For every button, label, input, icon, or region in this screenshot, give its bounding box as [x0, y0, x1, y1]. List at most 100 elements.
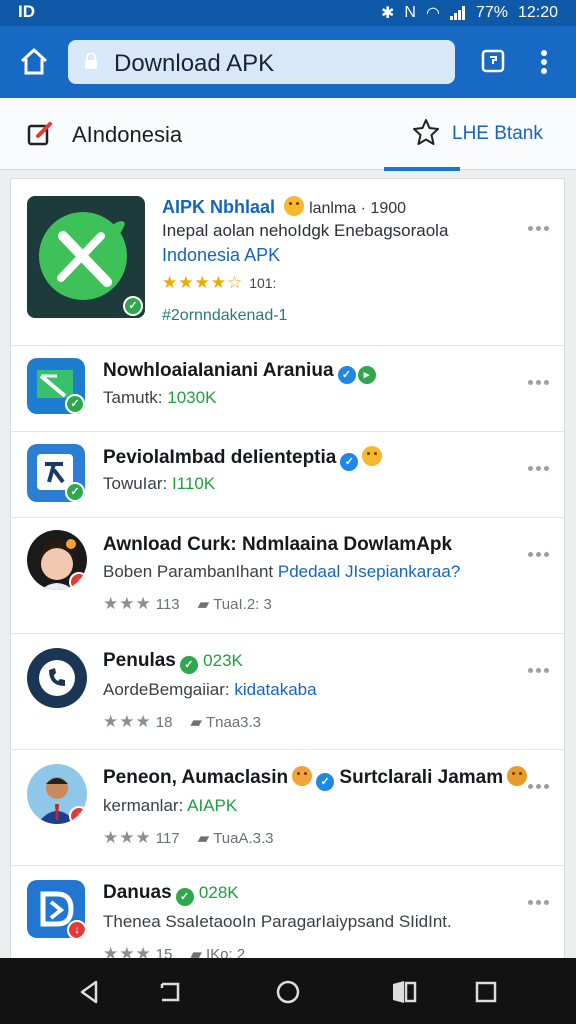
category-bar: AIndonesia LHE Btank [0, 98, 576, 171]
download-badge: ↓ [67, 920, 85, 938]
featured-source: Indonesia APK [162, 245, 281, 265]
app-desc: kermanlar: AIAPK [103, 796, 237, 816]
rating-count: 117 [155, 829, 180, 847]
app-desc: Boben ParambanIhant Pdedaal JIsepiankara… [103, 562, 460, 582]
app-desc: Thenea SsaIetaooIn ParagarIaiypsand SIid… [103, 912, 452, 931]
url-bar[interactable]: Download APK [68, 40, 455, 84]
split-screen-icon[interactable] [390, 978, 418, 1006]
home-icon[interactable] [18, 46, 50, 78]
app-desc-label: kermanlar: [103, 796, 184, 815]
rating-stars-icon: ★★★★☆ [162, 273, 244, 292]
app-icon: ↓ [27, 530, 87, 590]
url-text[interactable]: Download APK [114, 50, 274, 78]
smile-emoji-icon [362, 446, 383, 466]
download-count: TuaI.2: 3 [213, 595, 272, 613]
app-row[interactable]: ↓ Awnload Curk: Ndmlaaina DowlamApk Bobe… [11, 518, 564, 634]
download-badge: ↓ [69, 572, 87, 590]
app-subtitle-label: Tamutk: [103, 388, 163, 407]
status-time: 12:20 [517, 4, 558, 21]
app-size: I110K [171, 474, 216, 493]
app-title-line: Danuas ✓ 028K [103, 882, 239, 906]
more-options-icon[interactable] [528, 666, 550, 674]
status-bar: ID ✱ N ◠ 77% 12:20 [0, 0, 576, 26]
more-options-icon[interactable] [528, 550, 550, 558]
fire-emoji-icon [507, 766, 528, 786]
edit-box-icon [27, 122, 52, 146]
rating-count: 18 [155, 713, 173, 731]
app-desc-value: AIAPK [187, 796, 238, 815]
featured-desc: Inepal aolan nehoIdgk Enebagsoraola [162, 221, 449, 240]
more-options-icon[interactable] [528, 898, 550, 906]
more-options-icon[interactable] [528, 378, 550, 386]
verified-badge: ✓ [65, 394, 85, 414]
featured-rating-text: 101: [249, 275, 277, 291]
nfc-icon: N [404, 4, 416, 21]
download-badge: ↓ [69, 806, 87, 824]
signal-icon [449, 6, 466, 20]
star-outline-icon [413, 119, 439, 145]
verified-icon: ✓ [175, 888, 194, 906]
tab-indicator [384, 167, 460, 171]
app-desc-value: Pdedaal JIsepiankaraa? [277, 562, 461, 581]
verified-badge: ✓ [65, 482, 85, 502]
tab-favorites[interactable]: LHE Btank [384, 98, 560, 171]
download-icon: ▰ [190, 714, 202, 731]
more-options-icon[interactable] [528, 224, 550, 232]
rating-count: 113 [155, 595, 180, 613]
featured-title-line: AIPK Nbhlaal lanlma · 1900 [162, 196, 406, 218]
status-left-text: ID [18, 2, 35, 21]
lock-icon [85, 53, 97, 69]
category-title: AIndonesia [72, 122, 183, 147]
browser-toolbar: Download APK [0, 26, 576, 98]
app-icon [27, 648, 87, 708]
wifi-icon: ◠ [425, 5, 440, 22]
featured-app-row[interactable]: ✓ AIPK Nbhlaal lanlma · 1900 Inepal aola… [11, 179, 564, 346]
app-title-extra: Surtclarali Jamam [339, 767, 504, 788]
app-title: Peneon, Aumaclasin [103, 767, 289, 788]
overview-icon[interactable] [472, 978, 500, 1006]
app-title-line: Penulas ✓ 023K [103, 650, 243, 674]
app-subtitle: TowuIar: I110K [103, 474, 215, 494]
featured-app-icon: ✓ [27, 196, 145, 318]
home-nav-icon[interactable] [274, 978, 302, 1006]
app-meta: ★★★ 117 ▰ TuaA.3.3 [103, 828, 274, 848]
app-meta: ★★★ 18 ▰ Tnaa3.3 [103, 712, 261, 732]
app-subtitle: Tamutk: 1030K [103, 388, 216, 408]
status-right: ✱ N ◠ 77% 12:20 [381, 3, 558, 23]
app-desc-label: Boben ParambanIhant [103, 562, 274, 581]
tabs-icon[interactable] [478, 46, 508, 76]
app-row[interactable]: ↓ Peneon, Aumaclasin ✓ Surtclarali Jamam … [11, 750, 564, 866]
more-options-icon[interactable] [528, 782, 550, 790]
back-icon[interactable] [76, 978, 104, 1006]
rating-stars-icon: ★★★ [103, 712, 152, 731]
verified-badge: ✓ [123, 296, 143, 316]
download-count: Tnaa3.3 [205, 713, 262, 731]
app-title-line: Peneon, Aumaclasin ✓ Surtclarali Jamam [103, 766, 528, 791]
app-size: 023K [203, 651, 243, 670]
more-options-icon[interactable] [528, 464, 550, 472]
app-icon: ✓ [27, 358, 85, 414]
verified-icon: ✓ [316, 773, 335, 791]
app-title: PeviolaImbad deIienteptia [103, 447, 337, 468]
app-title: NowhloaiaIaniani Araniua [103, 360, 334, 381]
app-title: Penulas [103, 650, 176, 671]
featured-title-extra: lanlma · 1900 [309, 200, 407, 217]
smile-emoji-icon [284, 196, 305, 216]
app-desc: AordeBemgaiiar: kidatakaba [103, 680, 317, 700]
app-title-line: NowhloaiaIaniani Araniua ✓ ▸ [103, 360, 376, 384]
app-row[interactable]: ✓ NowhloaiaIaniani Araniua ✓ ▸ Tamutk: 103… [11, 346, 564, 432]
featured-title: AIPK Nbhlaal [162, 197, 276, 217]
more-vert-icon[interactable] [530, 46, 558, 78]
app-icon: ✓ [27, 444, 85, 502]
featured-tag[interactable]: #2ornndakenad-1 [162, 307, 287, 325]
download-icon: ▰ [197, 830, 210, 847]
hand-emoji-icon [292, 766, 313, 786]
app-desc-value: kidatakaba [234, 680, 317, 699]
recent-apps-left-icon[interactable] [158, 978, 186, 1006]
download-count: TuaA.3.3 [213, 829, 274, 847]
app-desc-label: AordeBemgaiiar: [103, 680, 230, 699]
app-row[interactable]: ✓ PeviolaImbad deIienteptia ✓ TowuIar: I1… [11, 432, 564, 518]
app-subtitle-label: TowuIar: [103, 474, 168, 493]
app-row[interactable]: ↓ Danuas ✓ 028K Thenea SsaIetaooIn Paraga… [11, 866, 564, 967]
app-row[interactable]: Penulas ✓ 023K AordeBemgaiiar: kidatakaba… [11, 634, 564, 750]
